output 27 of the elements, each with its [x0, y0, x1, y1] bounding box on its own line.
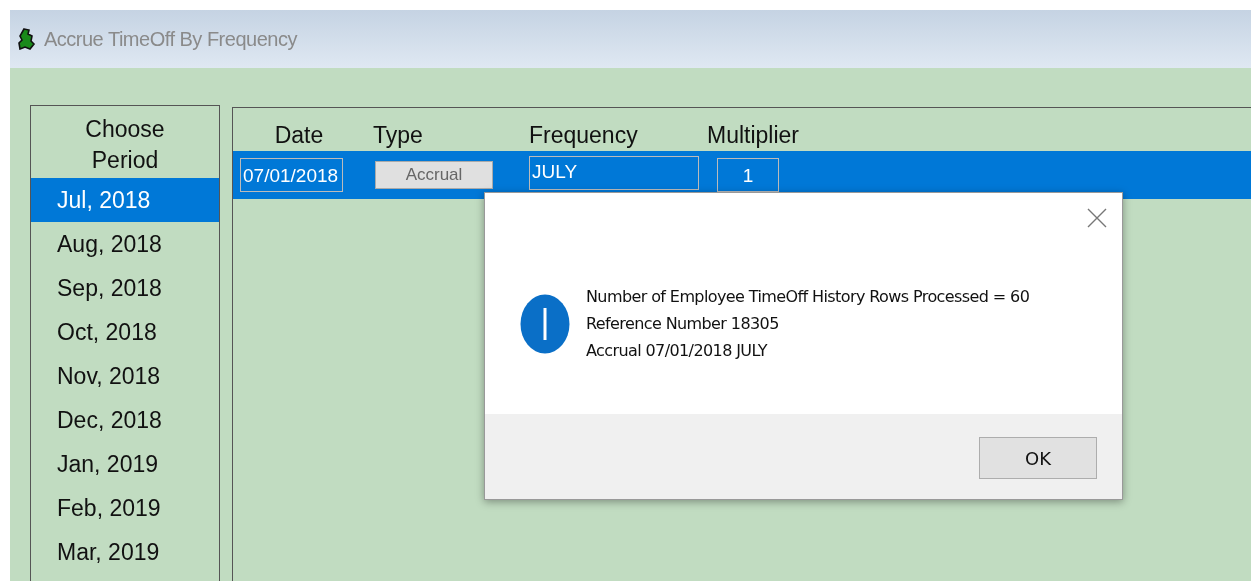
type-button[interactable]: Accrual — [375, 161, 493, 189]
column-header: Type — [372, 122, 424, 149]
column-header: Multiplier — [706, 122, 801, 149]
period-item[interactable]: Jan, 2019 — [31, 442, 219, 486]
column-header: Frequency — [528, 122, 639, 149]
info-icon — [520, 293, 570, 354]
multiplier-field[interactable]: 1 — [717, 158, 779, 192]
period-item[interactable]: Mar, 2019 — [31, 530, 219, 574]
message-text: Accrual 07/01/2018 JULY — [586, 340, 769, 362]
period-item[interactable]: Oct, 2018 — [31, 310, 219, 354]
message-text: Number of Employee TimeOff History Rows Processed = 60 — [586, 286, 1030, 308]
message-text: Reference Number 18305 — [586, 313, 780, 335]
column-header: Date — [273, 122, 325, 149]
window-title: Accrue TimeOff By Frequency — [44, 27, 297, 51]
period-item[interactable]: Nov, 2018 — [31, 354, 219, 398]
period-item[interactable]: Jul, 2018 — [31, 178, 219, 222]
period-item[interactable]: Aug, 2018 — [31, 222, 219, 266]
app-icon — [16, 28, 36, 50]
ok-button[interactable]: OK — [979, 437, 1097, 479]
grid-row[interactable]: 07/01/2018 Accrual JULY 1 — [233, 151, 1251, 199]
period-item[interactable]: Dec, 2018 — [31, 398, 219, 442]
frequency-field[interactable]: JULY — [529, 156, 699, 190]
date-field[interactable]: 07/01/2018 — [240, 158, 343, 192]
period-item[interactable]: Feb, 2019 — [31, 486, 219, 530]
period-list-heading: Choose Period — [84, 115, 166, 175]
period-item[interactable]: Sep, 2018 — [31, 266, 219, 310]
close-icon[interactable] — [1087, 208, 1107, 228]
